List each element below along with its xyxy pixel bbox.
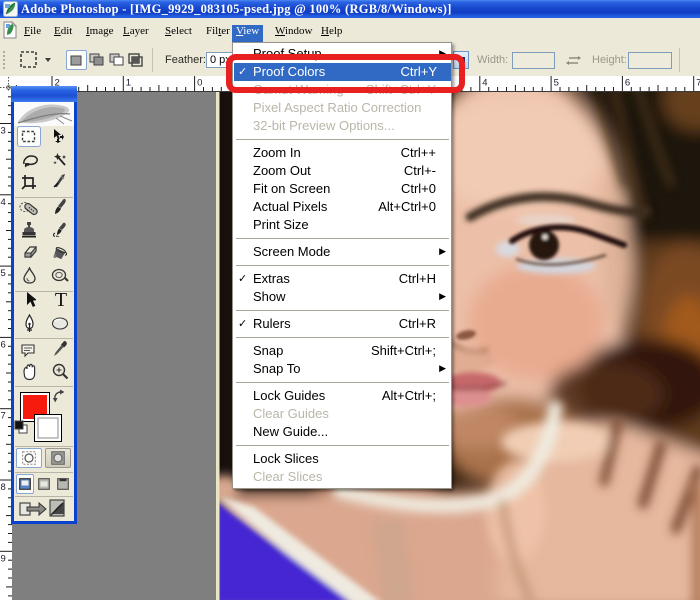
svg-text:9: 9 bbox=[1, 553, 6, 564]
svg-text:4: 4 bbox=[482, 78, 487, 89]
svg-text:5: 5 bbox=[1, 268, 6, 279]
svg-text:7: 7 bbox=[696, 78, 700, 89]
svg-text:3: 3 bbox=[1, 126, 6, 137]
svg-text:6: 6 bbox=[625, 78, 630, 89]
svg-text:6: 6 bbox=[1, 339, 6, 350]
svg-text:5: 5 bbox=[554, 78, 559, 89]
svg-text:8: 8 bbox=[1, 482, 6, 493]
svg-text:0: 0 bbox=[197, 78, 202, 89]
svg-text:4: 4 bbox=[1, 197, 6, 208]
svg-text:1: 1 bbox=[126, 78, 131, 89]
svg-text:7: 7 bbox=[1, 411, 6, 422]
